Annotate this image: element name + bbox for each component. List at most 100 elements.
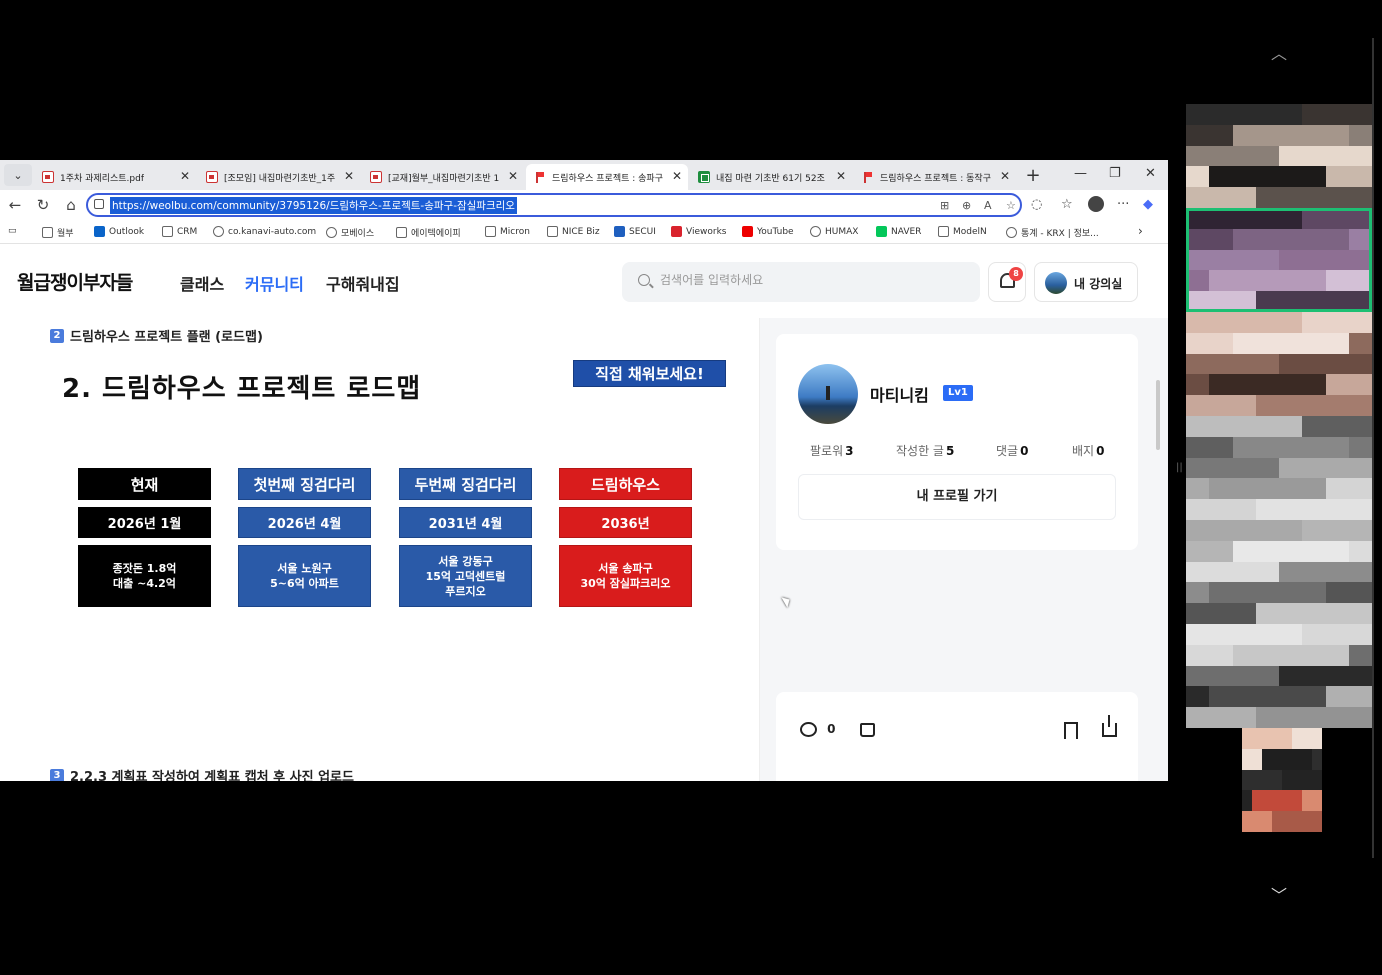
- bookmark-item[interactable]: Micron: [485, 226, 530, 237]
- like-button[interactable]: [860, 722, 875, 737]
- right-sidebar: 마티니킴 Lv1 팔로워 3 작성한 글 5 댓글 0 배지 0 내 프로필 가기 0: [760, 318, 1168, 781]
- thumbs-up-icon: [860, 722, 875, 737]
- bookmark-item[interactable]: co.kanavi-auto.com: [213, 226, 316, 237]
- profile-stat[interactable]: 작성한 글5: [896, 442, 954, 459]
- bookmark-item[interactable]: Vieworks: [671, 226, 726, 237]
- naver-icon: [876, 226, 887, 237]
- participant-video-tile[interactable]: [1242, 728, 1322, 832]
- bookmark-item[interactable]: NICE Biz: [547, 226, 600, 237]
- extension-icon[interactable]: ◌: [1031, 197, 1042, 212]
- bookmark-item[interactable]: CRM: [162, 226, 197, 237]
- read-aloud-icon[interactable]: A: [984, 199, 992, 212]
- participant-video-tile[interactable]: [1186, 624, 1372, 728]
- bookmark-label: NAVER: [891, 226, 922, 237]
- participant-video-tile[interactable]: [1186, 312, 1372, 416]
- chevron-up-icon[interactable]: ︿: [1271, 40, 1287, 64]
- my-course-button[interactable]: 내 강의실: [1034, 262, 1138, 302]
- profile-name[interactable]: 마티니킴: [870, 382, 929, 406]
- bookmark-item[interactable]: 에이텍에이피: [396, 226, 461, 239]
- bookmark-item[interactable]: NAVER: [876, 226, 921, 237]
- roadmap-date: 2031년 4월: [399, 507, 532, 538]
- tab-actions-menu[interactable]: ⌄: [4, 164, 32, 186]
- close-tab-icon[interactable]: ✕: [344, 169, 354, 183]
- close-tab-icon[interactable]: ✕: [836, 169, 846, 183]
- browser-tab[interactable]: 내집 마련 기초반 61기 52조 ✕: [690, 164, 852, 190]
- profile-stat[interactable]: 배지 0: [1072, 442, 1104, 459]
- browser-tab[interactable]: [교재]월부_내집마련기초반 1 ✕: [362, 164, 524, 190]
- url-text[interactable]: https://weolbu.com/community/3795126/드림하…: [110, 197, 517, 214]
- restore-button[interactable]: ❐: [1109, 166, 1121, 181]
- browser-tab[interactable]: 드림하우스 프로젝트 : 송파구 ✕: [526, 164, 688, 190]
- globe-icon: [326, 227, 337, 238]
- participant-video-tile[interactable]: [1186, 104, 1372, 208]
- minimize-button[interactable]: —: [1074, 166, 1087, 181]
- nav-class[interactable]: 클래스: [180, 271, 224, 295]
- url-field[interactable]: https://weolbu.com/community/3795126/드림하…: [86, 193, 1022, 217]
- share-icon: [1102, 714, 1117, 737]
- bookmark-item[interactable]: 월부: [42, 226, 74, 239]
- roadmap-date: 2026년 1월: [78, 507, 211, 538]
- profile-avatar[interactable]: [798, 364, 858, 424]
- page-scrollbar[interactable]: [1156, 380, 1160, 450]
- bookmark-item[interactable]: 통계 - KRX | 정보...: [1006, 226, 1099, 239]
- participant-video-tile[interactable]: [1186, 520, 1372, 624]
- new-tab-button[interactable]: +: [1022, 165, 1044, 186]
- participant-video-tile[interactable]: [1186, 208, 1372, 312]
- close-tab-icon[interactable]: ✕: [180, 169, 190, 183]
- resize-handle-icon[interactable]: ||: [1176, 462, 1183, 473]
- app-view-icon[interactable]: ⊞: [940, 199, 949, 212]
- close-tab-icon[interactable]: ✕: [672, 169, 682, 183]
- more-menu-icon[interactable]: ···: [1117, 197, 1129, 212]
- sheet-icon: [698, 171, 710, 183]
- profile-stat[interactable]: 팔로워 3: [810, 442, 853, 459]
- browser-tab[interactable]: 1주차 과제리스트.pdf ✕: [34, 164, 196, 190]
- tab-label: 1주차 과제리스트.pdf: [60, 173, 145, 184]
- roadmap-header: 드림하우스: [559, 468, 692, 500]
- globe-icon: [213, 226, 224, 237]
- search-box[interactable]: [622, 262, 980, 302]
- profile-avatar[interactable]: [1088, 196, 1104, 212]
- nav-find-home[interactable]: 구해줘내집: [326, 271, 400, 295]
- bookmark-item[interactable]: HUMAX: [810, 226, 858, 237]
- my-course-label: 내 강의실: [1074, 277, 1123, 291]
- stat-label: 댓글: [996, 444, 1019, 458]
- zoom-icon[interactable]: ⊕: [962, 199, 971, 212]
- search-icon: [638, 274, 650, 286]
- bookmark-item[interactable]: Outlook: [94, 226, 144, 237]
- notification-button[interactable]: 8: [988, 262, 1026, 302]
- close-window-button[interactable]: ✕: [1145, 166, 1156, 181]
- search-input[interactable]: [660, 273, 960, 287]
- favorites-icon[interactable]: ☆: [1061, 197, 1073, 212]
- home-button[interactable]: ⌂: [58, 196, 84, 214]
- copilot-icon[interactable]: ◆: [1143, 197, 1153, 212]
- chevron-down-icon[interactable]: ﹀: [1271, 882, 1287, 906]
- tab-label: 드림하우스 프로젝트 : 송파구: [552, 173, 663, 184]
- reload-button[interactable]: ↻: [30, 196, 56, 214]
- bookmark-item[interactable]: 모베이스: [326, 226, 374, 239]
- bookmark-item[interactable]: ModelN: [938, 226, 987, 237]
- roadmap-body: 종잣돈 1.8억 대출 ~4.2억: [78, 545, 211, 607]
- bookmark-item[interactable]: SECUI: [614, 226, 656, 237]
- bookmark-item[interactable]: YouTube: [742, 226, 794, 237]
- close-tab-icon[interactable]: ✕: [1000, 169, 1010, 183]
- roadmap-body: 서울 강동구 15억 고덕센트럴 푸르지오: [399, 545, 532, 607]
- fill-yourself-badge: 직접 채워보세요!: [573, 360, 726, 387]
- section-number-icon: 2: [50, 328, 64, 343]
- go-profile-button[interactable]: 내 프로필 가기: [798, 474, 1116, 520]
- address-bar: ← ↻ ⌂ https://weolbu.com/community/37951…: [0, 190, 1168, 220]
- profile-stat[interactable]: 댓글 0: [996, 442, 1028, 459]
- chevron-right-icon[interactable]: ›: [1138, 224, 1143, 238]
- user-avatar: [1045, 272, 1067, 294]
- back-button[interactable]: ←: [2, 196, 28, 214]
- browser-tab[interactable]: 드림하우스 프로젝트 : 동작구 ✕: [854, 164, 1016, 190]
- site-logo[interactable]: 월급쟁이부자들: [17, 268, 133, 295]
- browser-tab[interactable]: [조모임] 내집마련기초반_1주 ✕: [198, 164, 360, 190]
- close-tab-icon[interactable]: ✕: [508, 169, 518, 183]
- share-button[interactable]: [1102, 714, 1117, 737]
- nav-community[interactable]: 커뮤니티: [245, 271, 304, 295]
- comment-button[interactable]: 0: [800, 722, 836, 737]
- bookmark-button[interactable]: [1064, 722, 1078, 739]
- favorite-star-icon[interactable]: ☆: [1006, 199, 1016, 212]
- collections-icon[interactable]: ▭: [8, 226, 17, 236]
- participant-video-tile[interactable]: [1186, 416, 1372, 520]
